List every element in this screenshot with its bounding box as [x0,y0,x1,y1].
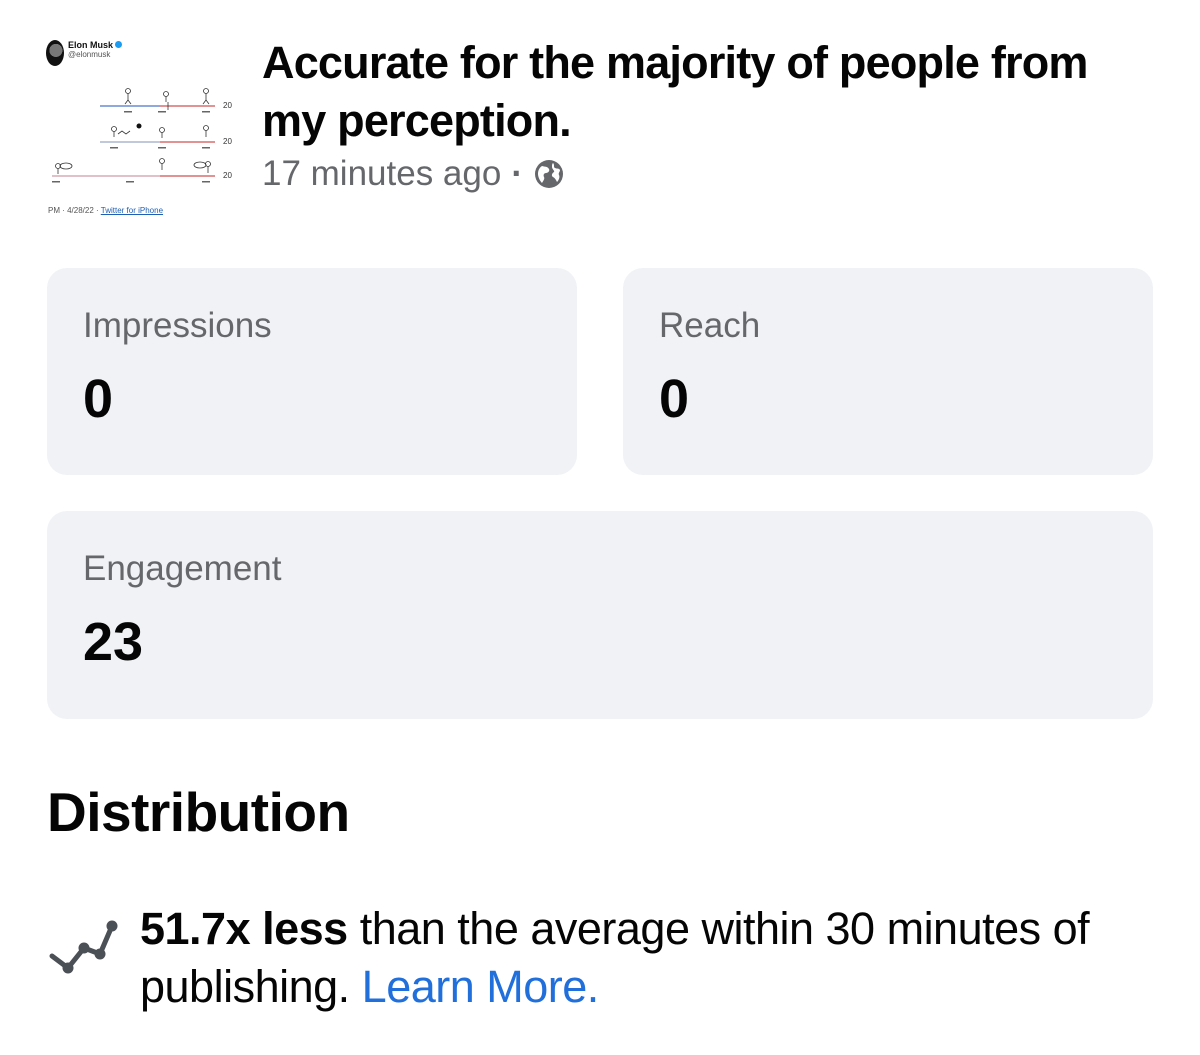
engagement-label: Engagement [83,549,282,588]
scale-label: 20 [223,101,232,110]
reach-value: 0 [659,369,690,429]
thumbnail-meta: PM · 4/28/22 · Twitter for iPhone [48,206,163,215]
thumbnail-author-name: Elon Musk [68,40,114,50]
scale-label: 20 [223,137,232,146]
engagement-value: 23 [83,612,144,672]
reach-card: Reach 0 [623,268,1153,475]
meme-image: 20 20 20 [52,88,232,183]
impressions-value: 0 [83,369,114,429]
meta-separator: · [511,154,523,193]
avatar [46,40,64,66]
globe-icon [534,160,563,188]
distribution-description: 51.7x less than the average within 30 mi… [140,900,1180,1016]
post-time: 17 minutes ago [262,154,502,193]
post-title: Accurate for the majority of people from… [262,37,1088,146]
thumbnail-source-link[interactable]: Twitter for iPhone [101,206,163,215]
learn-more-link[interactable]: Learn More. [362,961,600,1012]
trend-line-icon [49,920,118,974]
post-meta: 17 minutes ago · [262,154,565,194]
verified-badge-icon [115,41,123,48]
impressions-card: Impressions 0 [47,268,577,475]
distribution-comparison: 51.7x less [140,903,348,954]
thumbnail-date: PM · 4/28/22 · [48,206,101,215]
scale-label: 20 [223,171,232,180]
distribution-title: Distribution [47,781,350,843]
post-thumbnail[interactable]: Elon Musk @elonmusk 20 20 20 PM · 4/28/2… [40,34,240,224]
engagement-card: Engagement 23 [47,511,1153,719]
thumbnail-author-handle: @elonmusk [68,50,111,59]
impressions-label: Impressions [83,306,272,345]
thumbnail-author: Elon Musk @elonmusk [46,40,123,66]
reach-label: Reach [659,306,761,345]
